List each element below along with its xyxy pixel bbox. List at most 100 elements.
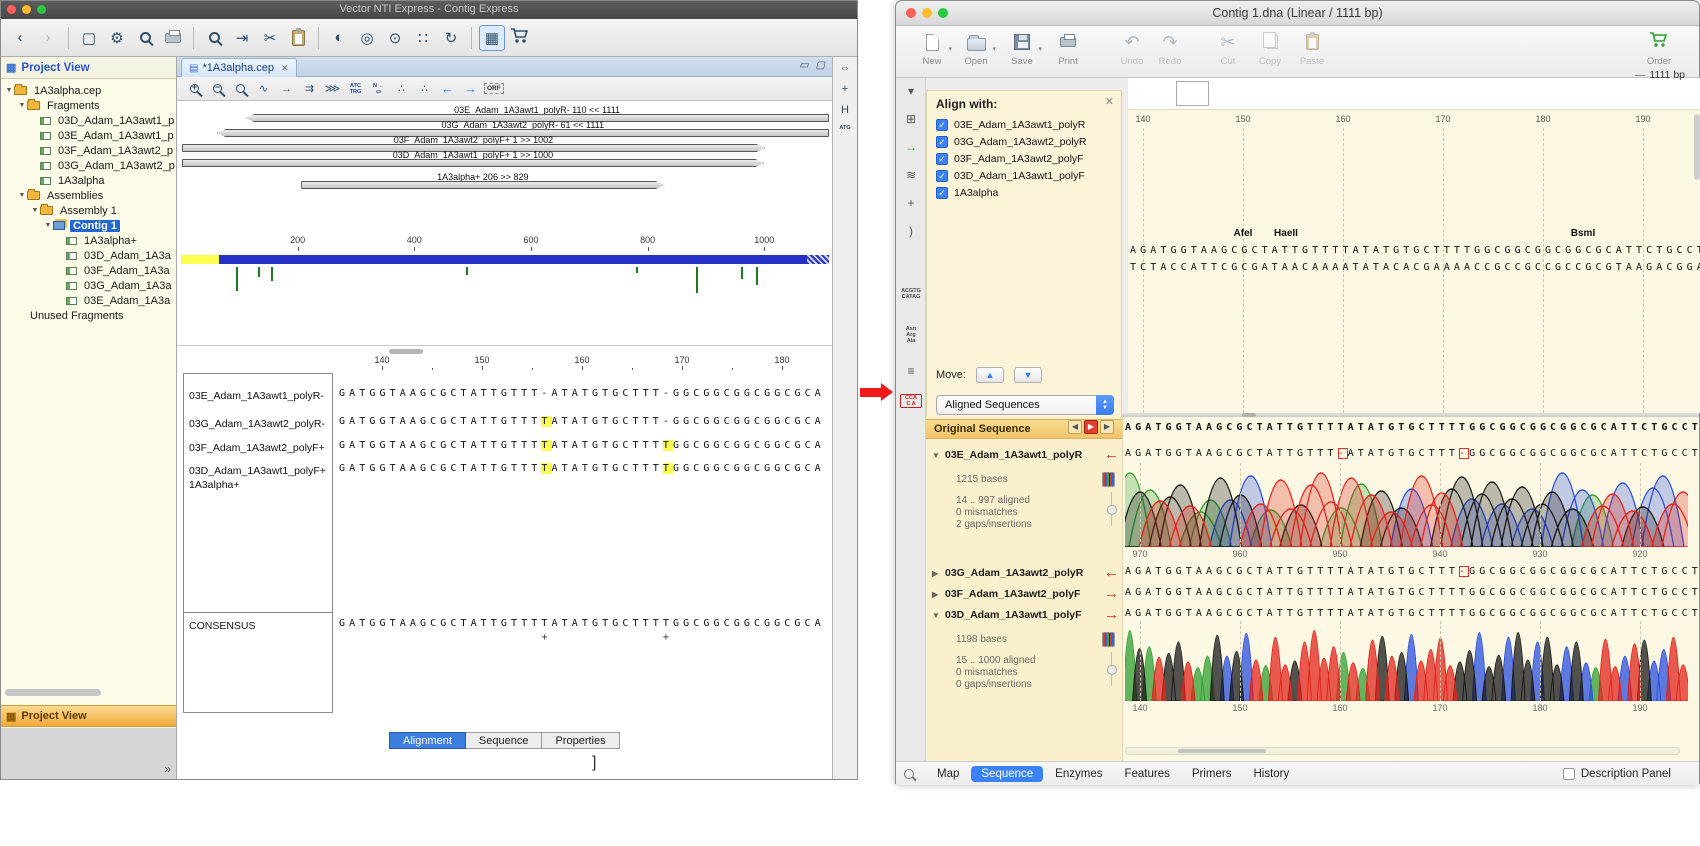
print-icon[interactable] xyxy=(160,25,186,51)
tree-item-1a3alpha[interactable]: 1A3alpha xyxy=(1,173,176,188)
sequence-name-03f-adam-1a3awt2-polyf[interactable]: 03F_Adam_1A3awt2_polyF+ xyxy=(189,442,325,454)
dropdown-arrow-icon[interactable]: ▾ xyxy=(992,45,996,53)
bottom-strand-sequence[interactable]: TCTACCATTCGCGATAACAAAATATACACGAAAACCGCCG… xyxy=(1130,262,1700,273)
sequence-row-03e-adam-1a3awt1-polyr[interactable]: GATGGTAAGCGCTATTGTTT-ATATGTGCTTT-GGCGGCG… xyxy=(339,388,825,399)
sequence-name-03g-adam-1a3awt2-polyr[interactable]: 03G_Adam_1A3awt2_polyR- xyxy=(189,418,325,430)
find-edit-icon[interactable]: ∴ xyxy=(415,79,434,98)
bottom-tab-history[interactable]: History xyxy=(1243,766,1299,782)
bottom-tab-enzymes[interactable]: Enzymes xyxy=(1045,766,1112,782)
contig-express-button[interactable]: ▦ xyxy=(479,25,505,51)
twisty-icon[interactable]: ▼ xyxy=(17,192,27,199)
align-with-item-03g-adam-1a3awt2-polyr[interactable]: ✓03G_Adam_1A3awt2_polyR xyxy=(936,134,1087,150)
new-button[interactable]: ▾New xyxy=(910,31,954,67)
info-icon[interactable]: ⊙ xyxy=(382,25,408,51)
read-sequence-03e-adam-1a3awt1-polyr[interactable]: AGATGGTAAGCGCTATTGTTT-ATATGTGCTTT-GGCGGC… xyxy=(1125,448,1699,459)
expand-icon[interactable]: ▶ xyxy=(932,569,941,578)
fragment-bar-03d-adam-1a3awt1-polyf[interactable] xyxy=(182,159,765,167)
tab-close-icon[interactable]: ✕ xyxy=(281,63,289,74)
bottom-tab-sequence[interactable]: Sequence xyxy=(971,766,1043,782)
sequence-name-03e-adam-1a3awt1-polyr[interactable]: 03E_Adam_1A3awt1_polyR- xyxy=(189,390,324,402)
circular-display-icon[interactable]: ◐ xyxy=(326,25,352,51)
prev-conflict-icon[interactable]: ← xyxy=(438,79,457,98)
twisty-icon[interactable]: ▼ xyxy=(17,102,27,109)
bases-icon[interactable]: ACGTG CATAG xyxy=(898,288,924,300)
read-item-03f-adam-1a3awt2-polyf[interactable]: ▶03F_Adam_1A3awt2_polyF xyxy=(932,588,1080,600)
bottom-tab-features[interactable]: Features xyxy=(1114,766,1179,782)
checkbox-checked-icon[interactable]: ✓ xyxy=(936,170,948,182)
twisty-icon[interactable]: ▼ xyxy=(4,87,14,94)
print-button[interactable]: Print xyxy=(1046,31,1090,67)
target-icon[interactable]: ◎ xyxy=(354,25,380,51)
find-conflict-icon[interactable]: ∴ xyxy=(392,79,411,98)
left-titlebar[interactable]: Vector NTI Express - Contig Express xyxy=(1,1,857,19)
checkbox-checked-icon[interactable]: ✓ xyxy=(936,136,948,148)
checkbox-checked-icon[interactable]: ✓ xyxy=(936,153,948,165)
align-arrow-icon[interactable]: → xyxy=(898,140,924,154)
bottom-tab-map[interactable]: Map xyxy=(927,766,969,782)
collapse-icon[interactable]: ▼ xyxy=(932,451,941,460)
tree-item-03f-adam-1a3awt2-p[interactable]: 03F_Adam_1A3awt2_p xyxy=(1,143,176,158)
order-button[interactable]: Order xyxy=(1637,31,1681,67)
collapse-icon[interactable]: ▼ xyxy=(932,611,941,620)
view-tab-properties[interactable]: Properties xyxy=(542,732,619,749)
ruler-icon[interactable]: ≡ xyxy=(898,364,924,378)
frame2-icon[interactable]: ⇉ xyxy=(300,79,319,98)
arc-icon[interactable]: ) xyxy=(898,224,924,238)
enzyme-label-afei[interactable]: AfeI xyxy=(1234,228,1253,239)
consensus-coverage-bar[interactable] xyxy=(181,255,829,264)
align-with-item-03f-adam-1a3awt2-polyf[interactable]: ✓03F_Adam_1A3awt2_polyF xyxy=(936,151,1084,167)
enzyme-label-bsmi[interactable]: BsmI xyxy=(1571,228,1595,239)
save-button[interactable]: ▾Save xyxy=(1000,31,1044,67)
tree-item-1a3alpha[interactable]: 1A3alpha+ xyxy=(1,233,176,248)
chromatogram-03d-adam-1a3awt1-polyf[interactable]: 140150160170180190 xyxy=(1125,621,1688,701)
prev-read-button[interactable]: ◀ xyxy=(1068,420,1082,434)
dot-plot-icon[interactable]: ∷ xyxy=(410,25,436,51)
move-down-button[interactable]: ▼ xyxy=(1014,367,1042,383)
codon-icon[interactable]: CCA C A xyxy=(900,394,922,408)
selection-tool-icon[interactable]: ⊞ xyxy=(898,112,924,126)
enzyme-label-haeii[interactable]: HaeII xyxy=(1274,228,1298,239)
tree-item-1a3alpha-cep[interactable]: ▼1A3alpha.cep xyxy=(1,83,176,98)
tree-item-unused-fragments[interactable]: Unused Fragments xyxy=(1,308,176,323)
read-item-03e-adam-1a3awt1-polyr[interactable]: ▼03E_Adam_1A3awt1_polyR xyxy=(932,449,1082,461)
project-view-footer-tab[interactable]: ▦ Project View xyxy=(1,705,176,727)
search-icon[interactable] xyxy=(904,769,914,779)
panel-minimize-icon[interactable]: ▭ xyxy=(799,60,808,71)
read-item-03g-adam-1a3awt2-polyr[interactable]: ▶03G_Adam_1A3awt2_polyR xyxy=(932,567,1083,579)
new-window-icon[interactable]: ▢ xyxy=(76,25,102,51)
checkbox-checked-icon[interactable]: ✓ xyxy=(936,187,948,199)
read-item-03d-adam-1a3awt1-polyf[interactable]: ▼03D_Adam_1A3awt1_polyF xyxy=(932,609,1082,621)
sequence-row-03d-adam-1a3awt1-polyf[interactable]: GATGGTAAGCGCTATTGTTTTATATGTGCTTTTGGCGGCG… xyxy=(339,463,825,474)
view-tab-sequence[interactable]: Sequence xyxy=(466,732,543,749)
insert-icon[interactable]: + xyxy=(898,196,924,210)
refresh-icon[interactable]: ↻ xyxy=(438,25,464,51)
sequence-row-03g-adam-1a3awt2-polyr[interactable]: GATGGTAAGCGCTATTGTTTTATATGTGCTTT-GGCGGCG… xyxy=(339,416,825,427)
zoom-out-icon[interactable]: − xyxy=(208,79,227,98)
trace-zoom-slider[interactable] xyxy=(1111,492,1112,526)
tree-item-03e-adam-1a3a[interactable]: 03E_Adam_1A3a xyxy=(1,293,176,308)
tree-item-assembly-1[interactable]: ▼Assembly 1 xyxy=(1,203,176,218)
atg-strip-label[interactable]: ATG xyxy=(839,125,850,131)
bottom-tab-primers[interactable]: Primers xyxy=(1182,766,1242,782)
right-titlebar[interactable]: Contig 1.dna (Linear / 1111 bp) xyxy=(896,1,1699,26)
start-codon-icon[interactable]: ATC TRG xyxy=(346,79,365,98)
trace-view-icon[interactable]: ∿ xyxy=(254,79,273,98)
import-icon[interactable]: ⇥ xyxy=(229,25,255,51)
current-read-button[interactable]: ▶ xyxy=(1084,420,1098,434)
view-tab-alignment[interactable]: Alignment xyxy=(389,732,466,749)
read-sequence-03d-adam-1a3awt1-polyf[interactable]: AGATGGTAAGCGCTATTGTTTTATATGTGCTTTTGGCGGC… xyxy=(1125,608,1699,619)
tree-item-03g-adam-1a3a[interactable]: 03G_Adam_1A3a xyxy=(1,278,176,293)
blast-search-icon[interactable] xyxy=(201,25,227,51)
tree-item-assemblies[interactable]: ▼Assemblies xyxy=(1,188,176,203)
paste-button[interactable]: Paste xyxy=(1290,31,1334,67)
sequence-name-1a3alpha[interactable]: 1A3alpha+ xyxy=(189,479,240,491)
collapse-arrow-icon[interactable]: ▾ xyxy=(898,84,924,98)
description-panel-checkbox[interactable] xyxy=(1563,768,1575,780)
dropdown-arrow-icon[interactable]: ▾ xyxy=(1038,45,1042,53)
tree-item-03d-adam-1a3awt1-p[interactable]: 03D_Adam_1A3awt1_p xyxy=(1,113,176,128)
orf-icon[interactable]: ORF xyxy=(484,79,504,98)
tree-item-03g-adam-1a3awt2-p[interactable]: 03G_Adam_1A3awt2_p xyxy=(1,158,176,173)
sequence-row-03f-adam-1a3awt2-polyf[interactable]: GATGGTAAGCGCTATTGTTTTATATGTGCTTTTGGCGGCG… xyxy=(339,440,825,451)
tree-item-03f-adam-1a3a[interactable]: 03F_Adam_1A3a xyxy=(1,263,176,278)
document-tab[interactable]: ▤ *1A3alpha.cep ✕ xyxy=(181,58,297,77)
